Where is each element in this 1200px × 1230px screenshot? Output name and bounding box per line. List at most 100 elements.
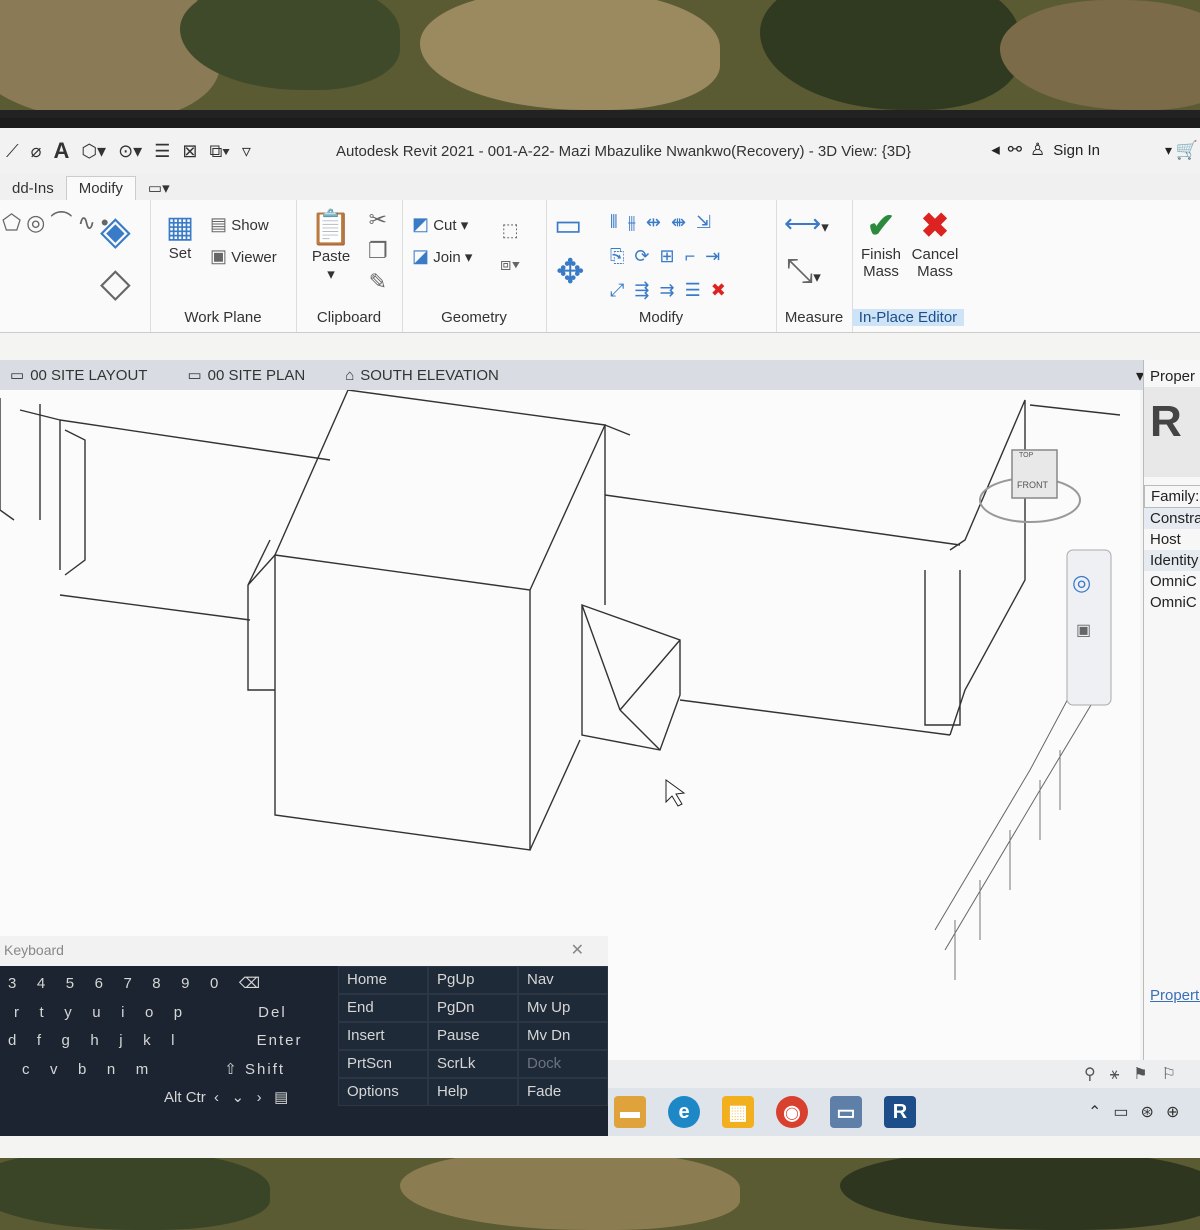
dropdown-arrow-icon[interactable]: ▾ bbox=[1165, 142, 1172, 159]
revit-taskbar-icon[interactable]: R bbox=[884, 1096, 916, 1128]
key-pgup[interactable]: PgUp bbox=[428, 966, 518, 994]
key-insert[interactable]: Insert bbox=[338, 1022, 428, 1050]
tab-modify[interactable]: Modify bbox=[65, 176, 136, 200]
split-face-icon[interactable]: ⧈▾ bbox=[500, 248, 520, 280]
network-icon[interactable]: ⊛ bbox=[1141, 1104, 1166, 1121]
mirror-draw-icon[interactable]: ⫵ bbox=[628, 206, 646, 238]
paste-button[interactable]: 📋 Paste ▾ bbox=[306, 208, 356, 283]
arrow-left-icon[interactable]: ‹ bbox=[214, 1089, 219, 1106]
key-help[interactable]: Help bbox=[428, 1078, 518, 1106]
key-mv-up[interactable]: Mv Up bbox=[518, 994, 608, 1022]
set-button[interactable]: ▦ Set bbox=[160, 210, 200, 262]
arc-icon[interactable]: ⌒ bbox=[50, 208, 72, 238]
key-home[interactable]: Home bbox=[338, 966, 428, 994]
properties-link[interactable]: Properties bbox=[1144, 985, 1200, 1006]
view-tab-south-elevation[interactable]: ⌂ SOUTH ELEVATION bbox=[345, 367, 499, 384]
split-icon[interactable]: ⇼ bbox=[671, 206, 696, 238]
chrome-icon[interactable]: ◉ bbox=[776, 1096, 808, 1128]
spline-icon[interactable]: ∿ bbox=[77, 208, 95, 238]
backspace-icon[interactable]: ⌫ bbox=[239, 975, 262, 992]
keyboard-row-3[interactable]: d f g h j k l Enter bbox=[8, 1032, 303, 1049]
match-properties-icon[interactable]: ✎ bbox=[369, 268, 387, 296]
array-icon[interactable]: ⊞ bbox=[660, 240, 685, 272]
section-icon[interactable]: ⊙▾ bbox=[118, 141, 142, 162]
status-icons[interactable]: ⚲⚹⚑⚐ bbox=[1084, 1064, 1190, 1084]
offset-icon[interactable]: ⇹ bbox=[646, 206, 671, 238]
cart-icon[interactable]: 🛒 bbox=[1176, 140, 1198, 161]
tab-options-icon[interactable]: ▭▾ bbox=[136, 176, 182, 200]
globe-icon[interactable]: ⊕ bbox=[1166, 1104, 1191, 1121]
keyboard-row-2[interactable]: r t y u i o p Del bbox=[14, 1004, 287, 1021]
3d-view-icon[interactable]: ⬡▾ bbox=[81, 141, 106, 162]
align-icon[interactable]: ▭ bbox=[554, 208, 582, 243]
copy-element-icon[interactable]: ⎘ bbox=[610, 240, 634, 272]
tag-icon[interactable]: ⌀ bbox=[31, 141, 42, 162]
chevron-up-icon[interactable]: ⌃ bbox=[1088, 1104, 1113, 1121]
key-pause[interactable]: Pause bbox=[428, 1022, 518, 1050]
keyboard-row-numbers[interactable]: 3 4 5 6 7 8 9 0 ⌫ bbox=[8, 974, 262, 992]
copy-icon[interactable]: ❐ bbox=[368, 237, 388, 265]
constraints-header[interactable]: Constra bbox=[1144, 508, 1200, 529]
customize-qat-icon[interactable]: ▿ bbox=[242, 141, 251, 162]
measure-icon[interactable]: ⟋ bbox=[6, 141, 19, 162]
key-prtscn[interactable]: PrtScn bbox=[338, 1050, 428, 1078]
view-tab-site-plan[interactable]: ▭ 00 SITE PLAN bbox=[187, 366, 305, 385]
keyboard-row-4[interactable]: c v b n m ⇧ Shift bbox=[22, 1060, 285, 1078]
select-tools[interactable]: ⬠ ◎ ⌒ ∿ • bbox=[2, 208, 109, 239]
key-nav[interactable]: Nav bbox=[518, 966, 608, 994]
thin-lines-icon[interactable]: ☰ bbox=[154, 141, 170, 162]
trim-multiple-icon[interactable]: ⇉ bbox=[660, 274, 685, 306]
text-icon[interactable]: A bbox=[53, 138, 69, 164]
void-form-icon[interactable]: ◇ bbox=[100, 260, 131, 306]
edge-icon[interactable]: e bbox=[668, 1096, 700, 1128]
display-icon[interactable]: ▭ bbox=[1113, 1104, 1140, 1121]
viewer-button[interactable]: ▣ Viewer bbox=[210, 246, 277, 267]
join-button[interactable]: ◪ Join ▾ bbox=[412, 246, 472, 267]
cancel-mass-button[interactable]: ✖ Cancel Mass bbox=[910, 206, 960, 280]
measure-between-icon[interactable]: ⟷▾ bbox=[784, 208, 829, 239]
key-fade[interactable]: Fade bbox=[518, 1078, 608, 1106]
polygon-icon[interactable]: ⬠ bbox=[2, 208, 21, 238]
switch-windows-icon[interactable]: ⧉▾ bbox=[209, 141, 229, 162]
extend-multiple-icon[interactable]: ☰ bbox=[685, 274, 711, 306]
mirror-axis-icon[interactable]: ⫴ bbox=[610, 206, 628, 238]
steering-wheel-icon[interactable]: ◎ bbox=[1072, 570, 1091, 596]
viewcube-front[interactable]: FRONT bbox=[1017, 480, 1048, 490]
store-icon[interactable]: ▦ bbox=[722, 1096, 754, 1128]
key-mv-dn[interactable]: Mv Dn bbox=[518, 1022, 608, 1050]
move-icon[interactable]: ✥ bbox=[556, 252, 585, 292]
key-pgdn[interactable]: PgDn bbox=[428, 994, 518, 1022]
circle-icon[interactable]: ◎ bbox=[26, 208, 45, 238]
form-icon[interactable]: ◈ bbox=[100, 208, 131, 254]
sign-in-link[interactable]: Sign In bbox=[1053, 142, 1100, 159]
extend-icon[interactable]: ⇶ bbox=[634, 274, 659, 306]
binoculars-icon[interactable]: ⚯ bbox=[1008, 140, 1022, 160]
file-explorer-icon[interactable]: ▬ bbox=[614, 1096, 646, 1128]
show-button[interactable]: ▤ Show bbox=[210, 214, 269, 235]
dimension-icon[interactable]: ⤡▾ bbox=[786, 252, 821, 291]
wall-joins-icon[interactable]: ⬚ bbox=[502, 214, 519, 246]
computer-icon[interactable]: ▭ bbox=[830, 1096, 862, 1128]
menu-icon[interactable]: ▤ bbox=[274, 1089, 288, 1106]
finish-mass-button[interactable]: ✔ Finish Mass bbox=[858, 206, 904, 280]
scissors-icon[interactable]: ✂ bbox=[369, 206, 387, 234]
scale-icon[interactable]: ⤢ bbox=[610, 274, 634, 306]
key-options[interactable]: Options bbox=[338, 1078, 428, 1106]
key-dock[interactable]: Dock bbox=[518, 1050, 608, 1078]
key-end[interactable]: End bbox=[338, 994, 428, 1022]
identity-header[interactable]: Identity bbox=[1144, 550, 1200, 571]
delete-icon[interactable]: ✖ bbox=[711, 274, 736, 306]
unpin-icon[interactable]: ⇲ bbox=[696, 206, 721, 238]
collapse-arrow-icon[interactable]: ◂ bbox=[991, 140, 1000, 160]
arrow-right-icon[interactable]: › bbox=[257, 1089, 262, 1106]
arrow-down-icon[interactable]: ⌄ bbox=[232, 1089, 245, 1106]
rotate-icon[interactable]: ⟳ bbox=[634, 240, 659, 272]
keyboard-row-5[interactable]: Alt Ctr ‹ ⌄ › ▤ bbox=[164, 1088, 288, 1106]
view-tab-site-layout[interactable]: ▭ 00 SITE LAYOUT bbox=[10, 366, 147, 385]
trim-icon[interactable]: ⌐ bbox=[685, 240, 706, 272]
close-icon[interactable]: ✕ bbox=[571, 940, 584, 960]
split-gap-icon[interactable]: ⇥ bbox=[705, 240, 730, 272]
tab-add-ins[interactable]: dd-Ins bbox=[0, 177, 66, 200]
shift-icon[interactable]: ⇧ bbox=[224, 1061, 239, 1078]
zoom-icon[interactable]: ▣ bbox=[1076, 620, 1091, 640]
